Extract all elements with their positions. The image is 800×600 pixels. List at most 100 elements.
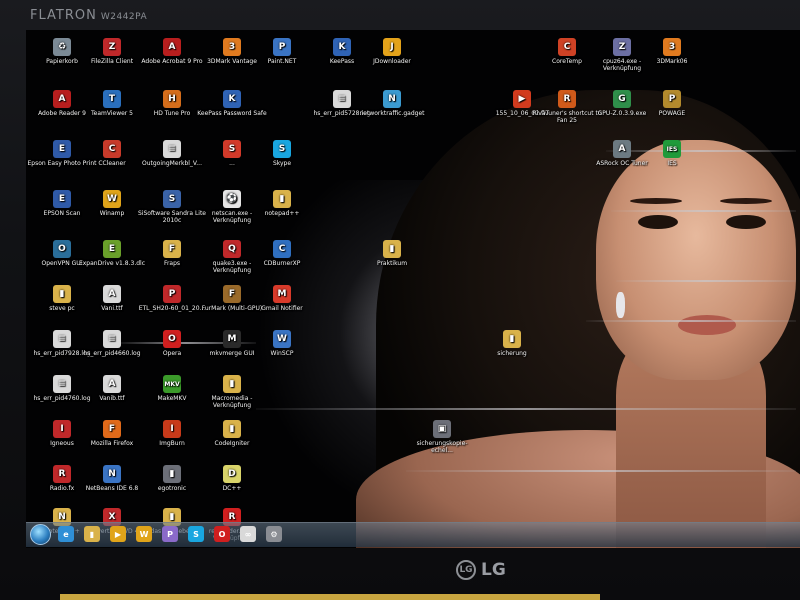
opera-taskbar-icon[interactable]: O (214, 526, 230, 542)
desktop-icon[interactable]: J JDownloader (356, 38, 428, 65)
desktop-icon-label: Skype (272, 160, 292, 167)
desktop-icon[interactable]: P POWAGE (636, 90, 708, 117)
winamp-icon: W (103, 190, 121, 208)
expandrive-icon: E (103, 240, 121, 258)
macromedia-folder-icon: ▮ (223, 375, 241, 393)
logo-text: LG (481, 560, 506, 580)
desktop-icon[interactable]: K KeePass Password Safe (196, 90, 268, 117)
explorer-taskbar-icon[interactable]: ▮ (84, 526, 100, 542)
brand-name: FLATRON (30, 8, 97, 23)
monitor-logo: LG LG (456, 560, 506, 580)
desktop-icon[interactable]: S Skype (246, 140, 318, 167)
recycle-bin-icon: ♻ (53, 38, 71, 56)
epson-photo-icon: E (53, 140, 71, 158)
makemkv-icon: MKV (163, 375, 181, 393)
wallpaper-brow-right (720, 198, 772, 204)
desktop-icon[interactable]: ▮ notepad++ (246, 190, 318, 217)
acrobat-icon: A (163, 38, 181, 56)
desktop-icon[interactable]: C CDBurnerXP (246, 240, 318, 267)
log-file-icon: ≡ (333, 90, 351, 108)
app2-taskbar-icon[interactable]: ∞ (240, 526, 256, 542)
ie-taskbar-icon[interactable]: e (58, 526, 74, 542)
radio-icon: R (53, 465, 71, 483)
desktop-icon[interactable]: ▮ Macromedia - Verknüpfung (196, 375, 268, 409)
igneous-icon: I (53, 420, 71, 438)
desktop-icon[interactable]: ▮ Praktikum (356, 240, 428, 267)
log-file-icon-2: ≡ (53, 330, 71, 348)
steve-folder-icon: ▮ (53, 285, 71, 303)
desktop-icon-label: Macromedia - Verknüpfung (211, 395, 253, 409)
netscan-icon: ⚽ (223, 190, 241, 208)
monitor-brand: FLATRON W2442PA (30, 8, 147, 23)
hdtune-icon: H (163, 90, 181, 108)
adobe-reader-icon: A (53, 90, 71, 108)
skype-icon: S (273, 140, 291, 158)
desktop-icon[interactable]: ▮ sicherung (476, 330, 548, 357)
desktop-icon-label: Gmail Notifier (261, 305, 303, 312)
powage-icon: P (663, 90, 681, 108)
desktop-icon[interactable]: M Gmail Notifier (246, 285, 318, 312)
mkvmerge-icon: M (223, 330, 241, 348)
folder-icon: ▮ (273, 190, 291, 208)
desktop-icon-label: Praktikum (376, 260, 408, 267)
filezilla-icon: Z (103, 38, 121, 56)
wallpaper-lips (678, 315, 736, 335)
tool-taskbar-icon[interactable]: ⚙ (266, 526, 282, 542)
monitor-frame: FLATRON W2442PA ♻ Papierkorb Z FileZilla Cli… (0, 0, 800, 600)
desktop-icon-label: WinSCP (270, 350, 294, 357)
archive-icon: ▣ (433, 420, 451, 438)
desktop-icon-label: CodeIgniter (214, 440, 250, 447)
paintnet-icon: P (273, 38, 291, 56)
wallpaper-face (596, 140, 796, 380)
desktop-icon-label: sicherung (497, 350, 527, 357)
praktikum-folder-icon: ▮ (383, 240, 401, 258)
rivatuner-icon: R (558, 90, 576, 108)
screen-glitch-line (406, 470, 796, 472)
wallpaper-earring (616, 292, 625, 318)
desktop-icon-label: CDBurnerXP (263, 260, 301, 267)
screen-glitch-line (616, 280, 796, 282)
desktop-icon[interactable]: D DC++ (196, 465, 268, 492)
winscp-icon: W (273, 330, 291, 348)
desktop-icon[interactable]: ▮ CodeIgniter (196, 420, 268, 447)
ccleaner-icon: C (103, 140, 121, 158)
model-name: W2442PA (100, 12, 148, 22)
gadget-icon: N (383, 90, 401, 108)
codeigniter-folder-icon: ▮ (223, 420, 241, 438)
keepass-safe-icon: K (223, 90, 241, 108)
desktop-icon[interactable]: W WinSCP (246, 330, 318, 357)
desktop-icon-label: networktraffic.gadget (359, 110, 425, 117)
teamviewer-icon: T (103, 90, 121, 108)
desk-reflection (60, 594, 600, 600)
egotronic-icon: ▮ (163, 465, 181, 483)
epson-scan-icon: E (53, 190, 71, 208)
wallpaper-eye-left (638, 215, 678, 229)
desktop-icon[interactable]: ▣ sicherungskopie-echel... (406, 420, 478, 454)
imgburn-icon: I (163, 420, 181, 438)
desktop-icon-label: KeePass Password Safe (197, 110, 267, 117)
desktop-icon-label: sicherungskopie-echel... (416, 440, 468, 454)
coretemp-icon: C (558, 38, 576, 56)
pdf-file-icon: P (163, 285, 181, 303)
desktop-screen[interactable]: ♻ Papierkorb Z FileZilla Client A Adobe Acrob… (26, 30, 800, 548)
firefox-icon: F (103, 420, 121, 438)
desktop-icon[interactable]: Nnetworktraffic.gadget (356, 90, 428, 117)
document-icon: ≡ (163, 140, 181, 158)
desktop-icon[interactable]: IES IES (636, 140, 708, 167)
netbeans-icon: N (103, 465, 121, 483)
app-taskbar-icon[interactable]: P (162, 526, 178, 542)
desktop-icon[interactable]: 3 3DMark06 (636, 38, 708, 65)
screen-glitch-line (256, 408, 796, 410)
desktop-icon-label: notepad++ (264, 210, 300, 217)
gmail-icon: M (273, 285, 291, 303)
log-file-icon-4: ≡ (53, 375, 71, 393)
asrock-icon: A (613, 140, 631, 158)
gpuz-icon: G (613, 90, 631, 108)
winamp-taskbar-icon[interactable]: W (136, 526, 152, 542)
start-button[interactable] (30, 524, 51, 545)
desktop-icon-label: POWAGE (658, 110, 686, 117)
keepass-icon: K (333, 38, 351, 56)
log-file-icon-3: ≡ (103, 330, 121, 348)
media-taskbar-icon[interactable]: ▶ (110, 526, 126, 542)
skype-taskbar-icon[interactable]: S (188, 526, 204, 542)
